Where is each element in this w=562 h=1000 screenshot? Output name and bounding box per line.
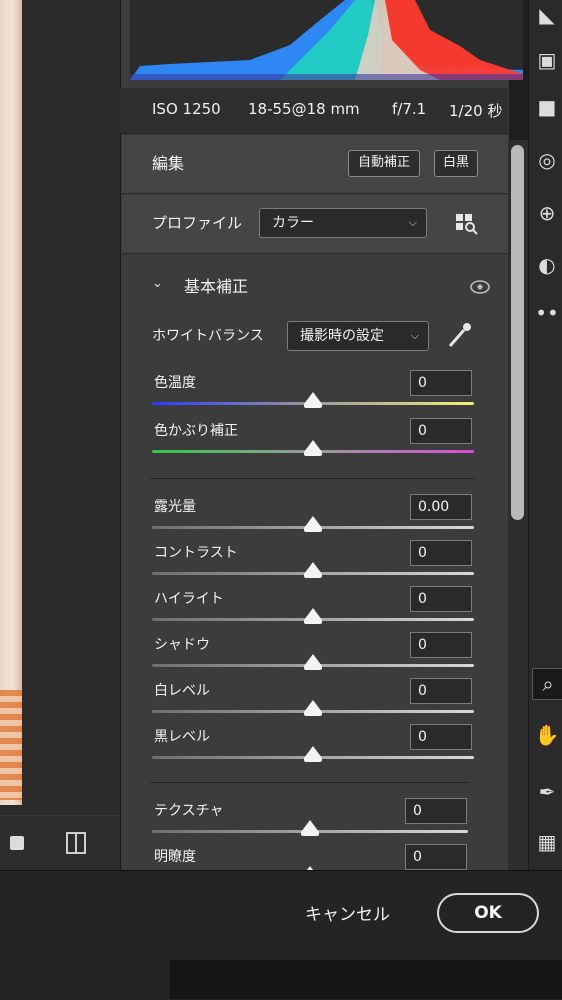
profile-select-value: カラー: [272, 215, 314, 231]
redeye-icon[interactable]: ⊕: [532, 198, 562, 228]
rotate-icon[interactable]: ■: [532, 92, 562, 122]
slider-value-input[interactable]: 0: [410, 586, 472, 612]
hand-icon[interactable]: ✋: [532, 720, 562, 750]
eyedropper-icon[interactable]: [446, 320, 474, 350]
eye-icon[interactable]: [470, 279, 490, 294]
slider-value-input[interactable]: 0: [405, 798, 467, 824]
slider-label: シャドウ: [154, 637, 210, 653]
cancel-button[interactable]: キャンセル: [305, 900, 390, 925]
more-icon[interactable]: ••: [532, 298, 562, 328]
lens-text: 18-55@18 mm: [248, 100, 360, 118]
slider-label: 白レベル: [154, 683, 210, 699]
slider-thumb[interactable]: [304, 440, 322, 456]
heal-icon[interactable]: ◎: [532, 145, 562, 175]
black-white-button[interactable]: 白黒: [434, 150, 478, 177]
photo-detail: [0, 690, 22, 800]
slider-label: 黒レベル: [154, 729, 210, 745]
edit-title: 編集: [152, 154, 185, 173]
slider-thumb[interactable]: [304, 746, 322, 762]
slider-thumb[interactable]: [304, 608, 322, 624]
photo-preview: [0, 0, 22, 805]
crop-icon[interactable]: ◣: [532, 0, 562, 30]
profile-select[interactable]: カラー ⌵: [259, 208, 427, 238]
slider-value-input[interactable]: 0: [410, 540, 472, 566]
slider-value-input[interactable]: 0: [410, 370, 472, 396]
slider-thumb[interactable]: [301, 820, 319, 836]
slider-label: コントラスト: [154, 545, 238, 561]
slider-label: テクスチャ: [154, 803, 224, 819]
slider-thumb[interactable]: [304, 700, 322, 716]
slider-thumb[interactable]: [304, 654, 322, 670]
slider-thumb[interactable]: [304, 392, 322, 408]
profile-browser-icon[interactable]: [455, 212, 479, 236]
chevron-down-icon: ⌵: [410, 329, 419, 342]
view-square-icon[interactable]: [10, 836, 24, 850]
slider-thumb[interactable]: [304, 516, 322, 532]
grid-icon[interactable]: ▦: [532, 827, 562, 857]
chevron-down-icon: ⌵: [408, 216, 417, 229]
slider-value-input[interactable]: 0: [410, 678, 472, 704]
histogram-baseline: [130, 74, 523, 80]
scrollbar-thumb[interactable]: [511, 145, 524, 520]
divider: [150, 478, 475, 479]
slider-label: 色かぶり補正: [154, 423, 238, 439]
white-balance-select[interactable]: 撮影時の設定 ⌵: [287, 321, 429, 351]
slider-thumb[interactable]: [304, 562, 322, 578]
basic-collapse-chevron-icon[interactable]: ⌄: [152, 276, 163, 291]
color-sampler-icon[interactable]: ✒: [532, 777, 562, 807]
white-balance-label: ホワイトバランス: [152, 328, 264, 344]
ok-button[interactable]: OK: [437, 893, 539, 933]
basic-title: 基本補正: [184, 277, 249, 296]
slider-value-input[interactable]: 0: [410, 724, 472, 750]
slider-value-input[interactable]: 0: [410, 632, 472, 658]
histogram: [130, 0, 523, 80]
slider-value-input[interactable]: 0: [410, 418, 472, 444]
zoom-icon[interactable]: ⌕: [532, 668, 562, 700]
slider-label: 明瞭度: [154, 849, 196, 865]
split-view-icon[interactable]: [66, 832, 86, 854]
desktop-edge: [170, 960, 562, 999]
divider: [150, 782, 470, 783]
slider-label: 露光量: [154, 499, 196, 515]
slider-label: 色温度: [154, 375, 196, 391]
shutter-text: 1/20 秒: [449, 102, 503, 120]
aperture-text: f/7.1: [392, 100, 427, 118]
iso-text: ISO 1250: [152, 100, 221, 118]
straighten-icon[interactable]: ▣: [532, 45, 562, 75]
mask-icon[interactable]: ◐: [532, 250, 562, 280]
slider-value-input[interactable]: 0: [405, 844, 467, 870]
profile-label: プロファイル: [152, 214, 243, 232]
slider-label: ハイライト: [154, 591, 224, 607]
auto-button[interactable]: 自動補正: [348, 150, 420, 177]
slider-value-input[interactable]: 0.00: [410, 494, 472, 520]
white-balance-value: 撮影時の設定: [300, 328, 384, 344]
